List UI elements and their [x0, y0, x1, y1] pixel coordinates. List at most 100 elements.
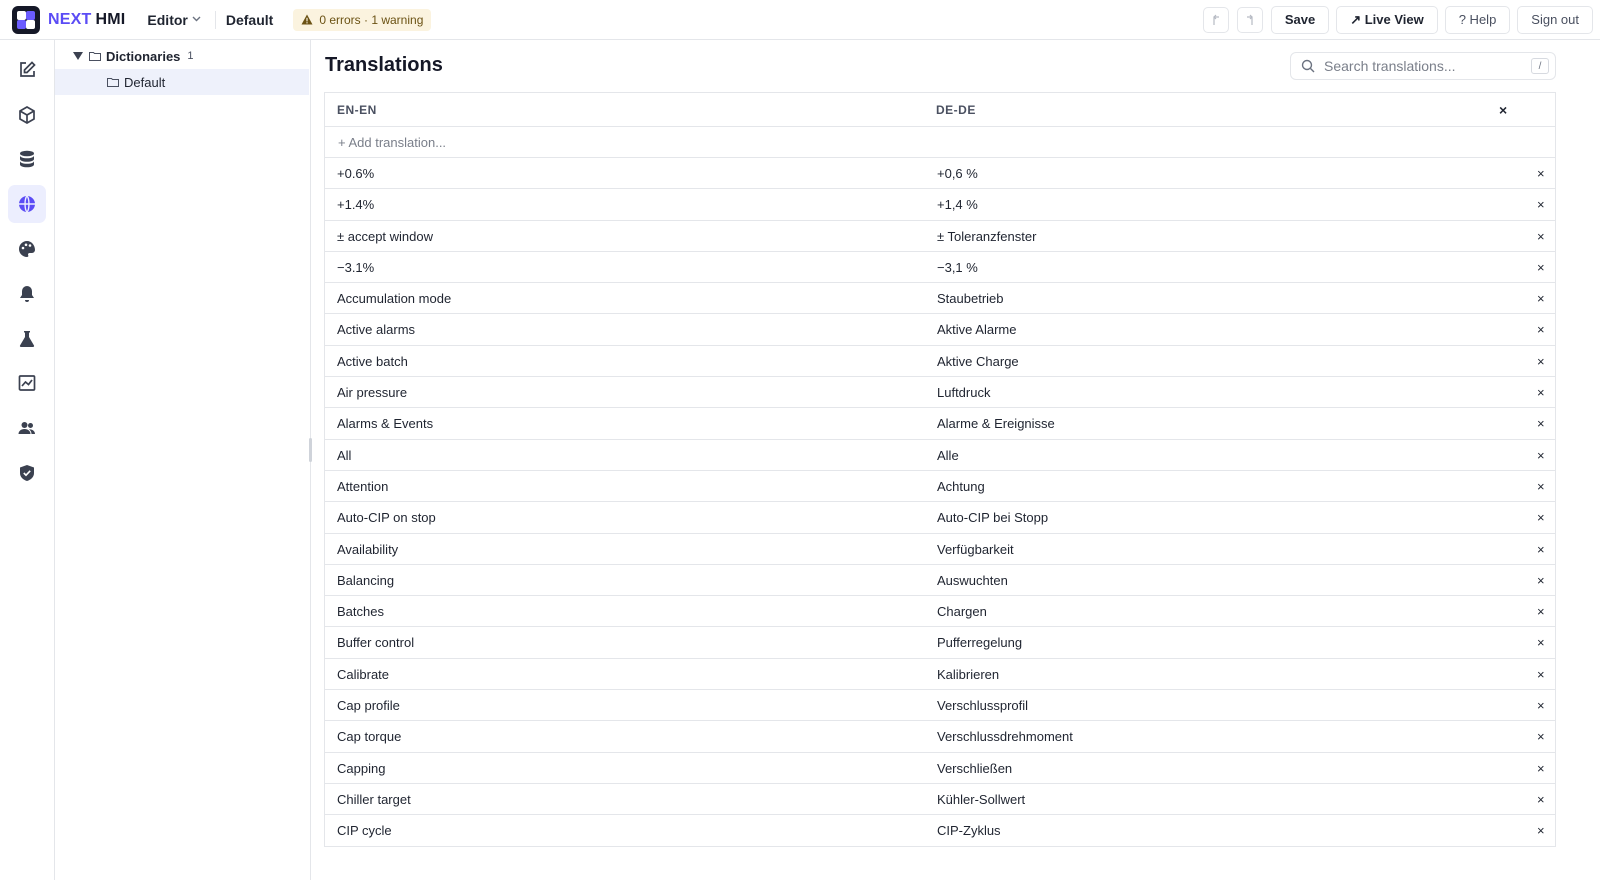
- delete-row-button[interactable]: ×: [1537, 635, 1545, 650]
- cell-en[interactable]: All: [337, 448, 351, 463]
- delete-row-button[interactable]: ×: [1537, 416, 1545, 431]
- cell-en[interactable]: Attention: [337, 479, 388, 494]
- delete-row-button[interactable]: ×: [1537, 761, 1545, 776]
- delete-row-button[interactable]: ×: [1537, 229, 1545, 244]
- delete-row-button[interactable]: ×: [1537, 667, 1545, 682]
- table-row[interactable]: ± accept window ± Toleranzfenster ×: [325, 221, 1556, 252]
- cell-en[interactable]: Balancing: [337, 573, 394, 588]
- table-row[interactable]: Auto-CIP on stop Auto-CIP bei Stopp ×: [325, 502, 1556, 534]
- delete-row-button[interactable]: ×: [1537, 260, 1545, 275]
- add-translation-input[interactable]: + Add translation...: [325, 127, 1556, 158]
- table-row[interactable]: Chiller target Kühler-Sollwert ×: [325, 784, 1556, 816]
- cell-en[interactable]: ± accept window: [337, 229, 433, 244]
- table-row[interactable]: CIP cycle CIP-Zyklus ×: [325, 815, 1556, 846]
- tree-item-default[interactable]: Default: [55, 69, 309, 95]
- cell-en[interactable]: Accumulation mode: [337, 291, 451, 306]
- delete-row-button[interactable]: ×: [1537, 573, 1545, 588]
- search-box[interactable]: /: [1290, 52, 1556, 80]
- delete-row-button[interactable]: ×: [1537, 823, 1545, 838]
- live-view-button[interactable]: ↗ Live View: [1336, 5, 1438, 34]
- cell-en[interactable]: Active alarms: [337, 322, 415, 337]
- cell-en[interactable]: Buffer control: [337, 635, 414, 650]
- delete-row-button[interactable]: ×: [1537, 322, 1545, 337]
- table-row[interactable]: Alarms & Events Alarme & Ereignisse ×: [325, 408, 1556, 440]
- table-row[interactable]: Batches Chargen ×: [325, 596, 1556, 628]
- cell-de[interactable]: Pufferregelung: [937, 635, 1022, 650]
- delete-row-button[interactable]: ×: [1537, 448, 1545, 463]
- cell-de[interactable]: Staubetrieb: [937, 291, 1004, 306]
- table-row[interactable]: Buffer control Pufferregelung ×: [325, 627, 1556, 659]
- delete-row-button[interactable]: ×: [1537, 479, 1545, 494]
- rail-components[interactable]: [8, 96, 46, 134]
- undo-button[interactable]: [1202, 6, 1229, 33]
- table-row[interactable]: Accumulation mode Staubetrieb ×: [325, 283, 1556, 315]
- rail-edit[interactable]: [8, 51, 46, 89]
- help-button[interactable]: ? Help: [1444, 5, 1511, 34]
- cell-en[interactable]: Active batch: [337, 354, 408, 369]
- sign-out-button[interactable]: Sign out: [1517, 5, 1593, 34]
- table-row[interactable]: Air pressure Luftdruck ×: [325, 377, 1556, 409]
- rail-alarms[interactable]: [8, 275, 46, 313]
- cell-de[interactable]: Auswuchten: [937, 573, 1008, 588]
- rail-translations[interactable]: [8, 185, 46, 223]
- table-row[interactable]: +1.4% +1,4 % ×: [325, 189, 1556, 221]
- delete-row-button[interactable]: ×: [1537, 604, 1545, 619]
- delete-row-button[interactable]: ×: [1537, 354, 1545, 369]
- delete-row-button[interactable]: ×: [1537, 166, 1545, 181]
- table-row[interactable]: All Alle ×: [325, 440, 1556, 471]
- delete-row-button[interactable]: ×: [1537, 792, 1545, 807]
- delete-row-button[interactable]: ×: [1537, 291, 1545, 306]
- cell-de[interactable]: Luftdruck: [937, 385, 990, 400]
- table-row[interactable]: Cap torque Verschlussdrehmoment ×: [325, 721, 1556, 753]
- cell-en[interactable]: Air pressure: [337, 385, 407, 400]
- cell-de[interactable]: +0,6 %: [937, 166, 978, 181]
- cell-en[interactable]: +0.6%: [337, 166, 374, 181]
- cell-en[interactable]: +1.4%: [337, 197, 374, 212]
- cell-de[interactable]: Verfügbarkeit: [937, 542, 1014, 557]
- cell-de[interactable]: Verschlussdrehmoment: [937, 729, 1073, 744]
- delete-row-button[interactable]: ×: [1537, 197, 1545, 212]
- rail-themes[interactable]: [8, 230, 46, 268]
- status-badge[interactable]: 0 errors · 1 warning: [293, 8, 432, 31]
- cell-en[interactable]: CIP cycle: [337, 823, 392, 838]
- mode-dropdown[interactable]: Editor: [147, 12, 201, 28]
- cell-en[interactable]: Capping: [337, 761, 385, 776]
- tree-item-dictionaries[interactable]: Dictionaries 1: [55, 43, 309, 69]
- rail-security[interactable]: [8, 454, 46, 492]
- delete-row-button[interactable]: ×: [1537, 542, 1545, 557]
- cell-de[interactable]: Verschließen: [937, 761, 1012, 776]
- column-header-de[interactable]: DE-DE: [936, 103, 976, 117]
- cell-de[interactable]: Alarme & Ereignisse: [937, 416, 1055, 431]
- cell-en[interactable]: −3.1%: [337, 260, 374, 275]
- cell-en[interactable]: Cap profile: [337, 698, 400, 713]
- cell-de[interactable]: Kühler-Sollwert: [937, 792, 1025, 807]
- cell-de[interactable]: Auto-CIP bei Stopp: [937, 510, 1048, 525]
- table-row[interactable]: −3.1% −3,1 % ×: [325, 252, 1556, 284]
- cell-de[interactable]: ± Toleranzfenster: [937, 229, 1036, 244]
- cell-de[interactable]: Chargen: [937, 604, 987, 619]
- delete-row-button[interactable]: ×: [1537, 385, 1545, 400]
- cell-de[interactable]: Achtung: [937, 479, 985, 494]
- delete-row-button[interactable]: ×: [1537, 510, 1545, 525]
- table-row[interactable]: Active alarms Aktive Alarme ×: [325, 314, 1556, 346]
- cell-en[interactable]: Batches: [337, 604, 384, 619]
- remove-column-button[interactable]: ×: [1499, 102, 1508, 118]
- save-button[interactable]: Save: [1270, 5, 1330, 34]
- redo-button[interactable]: [1236, 6, 1263, 33]
- table-row[interactable]: Availability Verfügbarkeit ×: [325, 534, 1556, 565]
- column-header-en[interactable]: EN-EN: [337, 103, 377, 117]
- table-row[interactable]: +0.6% +0,6 % ×: [325, 158, 1556, 190]
- cell-de[interactable]: Kalibrieren: [937, 667, 999, 682]
- rail-recipes[interactable]: [8, 320, 46, 358]
- table-row[interactable]: Active batch Aktive Charge ×: [325, 346, 1556, 378]
- cell-de[interactable]: CIP-Zyklus: [937, 823, 1001, 838]
- search-input[interactable]: [1324, 58, 1524, 74]
- cell-de[interactable]: +1,4 %: [937, 197, 978, 212]
- cell-de[interactable]: −3,1 %: [937, 260, 978, 275]
- cell-de[interactable]: Aktive Charge: [937, 354, 1019, 369]
- cell-de[interactable]: Aktive Alarme: [937, 322, 1016, 337]
- table-row[interactable]: Balancing Auswuchten ×: [325, 565, 1556, 597]
- delete-row-button[interactable]: ×: [1537, 698, 1545, 713]
- table-row[interactable]: Capping Verschließen ×: [325, 753, 1556, 784]
- cell-en[interactable]: Chiller target: [337, 792, 411, 807]
